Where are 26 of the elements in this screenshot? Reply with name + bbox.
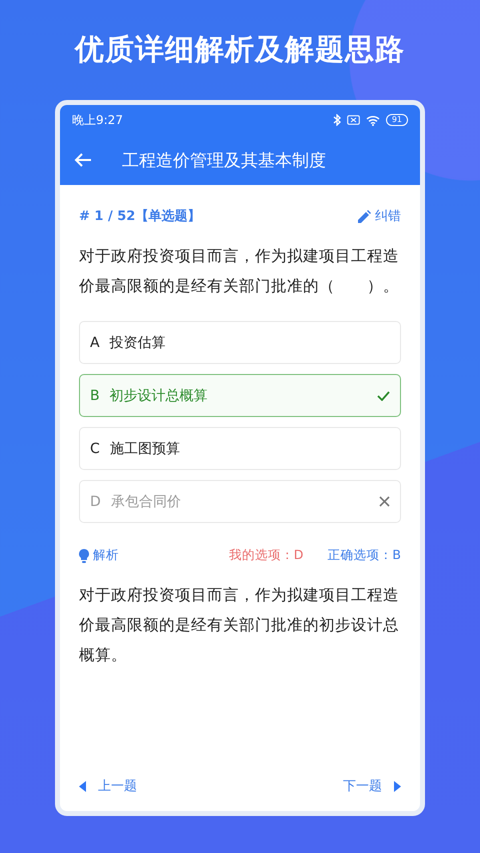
headline: 优质详细解析及解题思路 bbox=[75, 31, 405, 68]
pencil-icon bbox=[358, 210, 371, 222]
my-answer: 我的选项：D bbox=[228, 547, 304, 564]
bluetooth-icon bbox=[332, 114, 341, 126]
sim-icon bbox=[346, 115, 360, 125]
correct-answer: 正确选项：B bbox=[327, 547, 401, 564]
answer-option[interactable]: C 施工图预算 bbox=[79, 427, 401, 470]
checkmark-icon bbox=[377, 390, 390, 400]
cross-icon bbox=[379, 496, 390, 507]
answer-option[interactable]: D 承包合同价 bbox=[79, 480, 401, 523]
analysis-text: 对于政府投资项目而言，作为拟建项目工程造价最高限额的是经有关部门批准的初步设计总概算。 bbox=[79, 585, 400, 666]
answer-option[interactable]: A 投资估算 bbox=[79, 321, 401, 364]
report-error-button[interactable]: 纠错 bbox=[358, 207, 401, 225]
question-number: # 1 / 52【单选题】 bbox=[79, 208, 200, 225]
lightbulb-icon bbox=[79, 548, 89, 562]
question-text: 对于政府投资项目而言，作为拟建项目工程造价最高限额的是经有关部门批准的（ ）。 bbox=[79, 246, 400, 297]
battery-indicator: 91 bbox=[386, 114, 408, 126]
app-bar-title: 工程造价管理及其基本制度 bbox=[122, 150, 326, 172]
back-arrow-icon[interactable] bbox=[74, 152, 92, 168]
previous-question-button[interactable]: 上一题 bbox=[79, 777, 137, 795]
status-time: 晚上9:27 bbox=[72, 112, 123, 128]
wifi-icon bbox=[366, 114, 380, 126]
analysis-label: 解析 bbox=[93, 547, 119, 564]
next-question-button[interactable]: 下一题 bbox=[343, 777, 401, 795]
left-triangle-icon bbox=[79, 780, 86, 792]
right-triangle-icon bbox=[394, 780, 401, 792]
